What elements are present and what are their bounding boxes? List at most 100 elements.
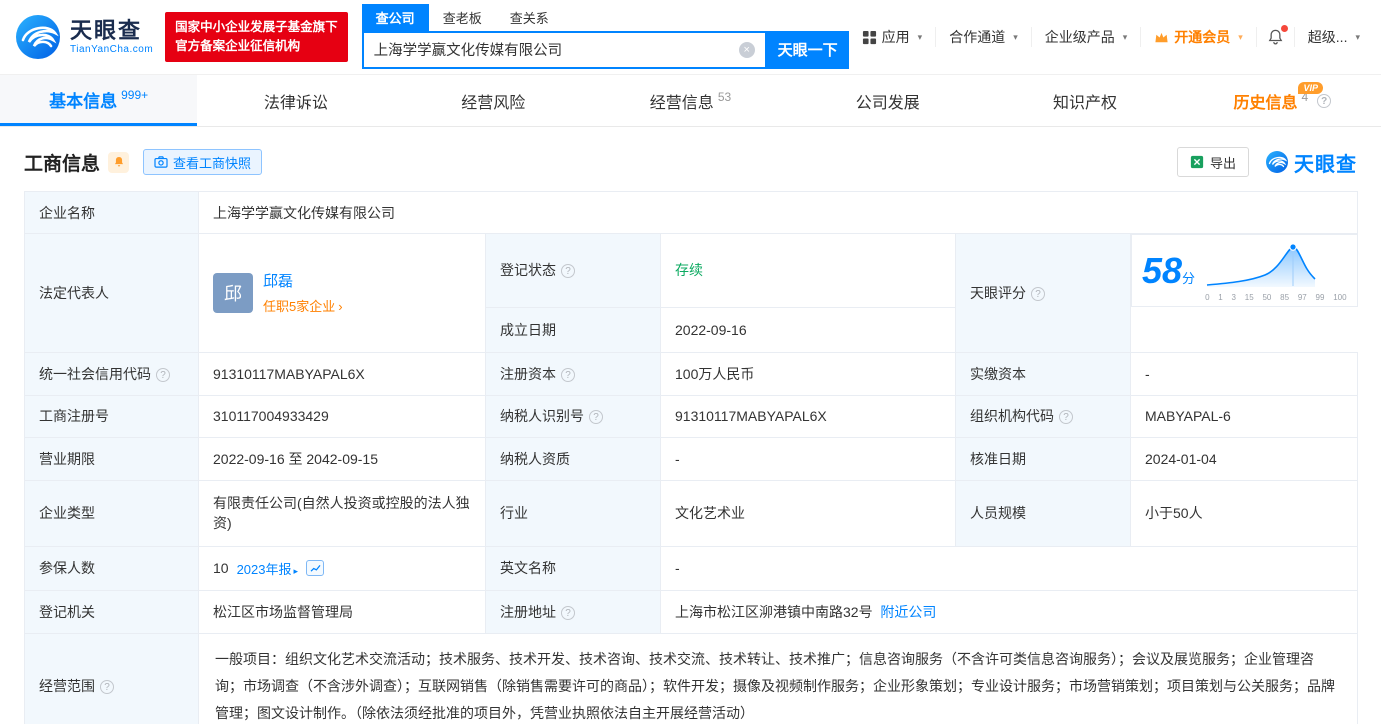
insured-label: 参保人数 xyxy=(39,560,95,576)
search-tab-boss[interactable]: 查老板 xyxy=(429,4,496,31)
tab-operation-count: 53 xyxy=(717,89,732,104)
notification-bell[interactable] xyxy=(1255,25,1294,47)
scope-help-icon[interactable] xyxy=(100,680,114,695)
address-help-icon[interactable] xyxy=(561,605,575,620)
paid-capital-value: - xyxy=(1145,365,1150,382)
tab-ip[interactable]: 知识产权 xyxy=(986,75,1183,126)
legal-rep-value-cell: 邱 邱磊 任职5家企业 xyxy=(198,233,486,353)
tab-development-label: 公司发展 xyxy=(855,94,920,112)
credit-code-value-cell: 91310117MABYAPAL6X xyxy=(198,351,486,396)
reg-capital-value-cell: 100万人民币 xyxy=(660,351,956,396)
legal-rep-avatar[interactable]: 邱 xyxy=(213,272,253,313)
authority-label-cell: 登记机关 xyxy=(24,589,199,634)
export-button[interactable]: 导出 xyxy=(1176,147,1249,177)
english-name-label-cell: 英文名称 xyxy=(485,545,661,591)
company-type-value: 有限责任公司(自然人投资或控股的法人独资) xyxy=(213,495,470,531)
taxpayer-no-label-cell: 纳税人识别号 xyxy=(485,394,661,438)
insured-trend-button[interactable] xyxy=(306,560,325,576)
establish-date-label-cell: 成立日期 xyxy=(485,306,661,353)
term-value: 2022-09-16 至 2042-09-15 xyxy=(213,450,379,467)
paid-capital-label: 实缴资本 xyxy=(970,365,1026,382)
tab-legal[interactable]: 法律诉讼 xyxy=(197,75,394,126)
nav-super-vip[interactable]: 超级... xyxy=(1293,27,1373,47)
company-type-label-cell: 企业类型 xyxy=(24,479,199,547)
tab-risk[interactable]: 经营风险 xyxy=(395,75,592,126)
address-value: 上海市松江区泖港镇中南路32号 xyxy=(675,603,873,620)
nav-open-vip[interactable]: 开通会员 xyxy=(1140,27,1256,47)
legal-rep-companies-link[interactable]: 任职5家企业 xyxy=(263,296,343,315)
search-tab-company[interactable]: 查公司 xyxy=(361,3,429,31)
nav-apps[interactable]: 应用 xyxy=(849,27,936,47)
business-info-table: 企业名称 上海学学赢文化传媒有限公司 法定代表人 邱 邱磊 任职5家企业 登记状… xyxy=(24,191,1359,724)
search-button[interactable]: 天眼一下 xyxy=(766,30,849,69)
address-label-cell: 注册地址 xyxy=(485,589,661,634)
subscribe-bell-button[interactable] xyxy=(108,151,130,173)
nav-open-vip-label: 开通会员 xyxy=(1174,29,1231,45)
taxpayer-no-value: 91310117MABYAPAL6X xyxy=(675,408,827,424)
tab-basic-info[interactable]: 基本信息 999+ xyxy=(0,75,198,126)
nav-super-vip-label: 超级... xyxy=(1307,29,1348,45)
brand-domain: TianYanCha.com xyxy=(70,43,154,55)
establish-date-value-cell: 2022-09-16 xyxy=(660,306,956,353)
tab-operation-label: 经营信息 xyxy=(649,94,714,112)
tab-history-help-icon[interactable] xyxy=(1317,93,1332,108)
taxpayer-quality-label-cell: 纳税人资质 xyxy=(485,436,661,481)
reg-capital-help-icon[interactable] xyxy=(561,367,575,382)
score-axis: 0 1 3 15 50 85 97 99 100 xyxy=(1205,293,1347,302)
org-code-value: MABYAPAL-6 xyxy=(1145,408,1231,424)
annual-report-link[interactable]: 2023年报 xyxy=(237,559,298,578)
row-insured: 参保人数 10 2023年报 英文名称 - xyxy=(24,545,1359,591)
row-authority: 登记机关 松江区市场监督管理局 注册地址 上海市松江区泖港镇中南路32号 附近公… xyxy=(24,589,1359,634)
taxpayer-quality-value: - xyxy=(675,450,680,467)
paid-capital-label-cell: 实缴资本 xyxy=(955,351,1131,396)
tab-basic-info-count: 999+ xyxy=(121,88,149,102)
snapshot-button-label: 查看工商快照 xyxy=(173,155,252,171)
row-company-type: 企业类型 有限责任公司(自然人投资或控股的法人独资) 行业 文化艺术业 人员规模… xyxy=(24,479,1359,547)
approval-date-label: 核准日期 xyxy=(970,450,1026,467)
term-label: 营业期限 xyxy=(39,450,95,467)
reg-capital-label: 注册资本 xyxy=(500,365,556,382)
address-label: 注册地址 xyxy=(500,603,556,620)
industry-value: 文化艺术业 xyxy=(675,505,745,521)
tab-operation[interactable]: 经营信息 53 xyxy=(592,75,789,126)
scope-label: 经营范围 xyxy=(39,678,95,695)
credit-code-help-icon[interactable] xyxy=(156,367,170,382)
establish-date-value: 2022-09-16 xyxy=(675,321,747,338)
search-tab-relation[interactable]: 查关系 xyxy=(496,4,563,31)
nearby-companies-link[interactable]: 附近公司 xyxy=(880,604,936,620)
nav-cooperation[interactable]: 合作通道 xyxy=(935,27,1031,47)
score-chart: 0 1 3 15 50 85 97 99 100 xyxy=(1205,239,1347,302)
score-curve-icon xyxy=(1206,243,1316,287)
clear-search-icon[interactable] xyxy=(738,41,755,58)
paid-capital-value-cell: - xyxy=(1129,351,1359,396)
address-value-cell: 上海市松江区泖港镇中南路32号 附近公司 xyxy=(659,589,1359,634)
insured-value-cell: 10 2023年报 xyxy=(198,545,486,591)
nav-apps-label: 应用 xyxy=(881,29,910,45)
taxpayer-no-value-cell: 91310117MABYAPAL6X xyxy=(660,394,956,438)
snapshot-button[interactable]: 查看工商快照 xyxy=(143,149,263,175)
credit-code-label: 统一社会信用代码 xyxy=(39,365,151,382)
scope-label-cell: 经营范围 xyxy=(24,632,199,724)
section-title: 工商信息 xyxy=(24,153,101,175)
score-help-icon[interactable] xyxy=(1031,286,1045,301)
notification-dot xyxy=(1280,25,1288,32)
tab-history[interactable]: 历史信息 4 VIP xyxy=(1184,75,1381,126)
search-input[interactable] xyxy=(363,41,739,58)
export-button-label: 导出 xyxy=(1209,155,1236,171)
legal-rep-name-link[interactable]: 邱磊 xyxy=(263,273,293,290)
apps-grid-icon xyxy=(862,30,876,44)
row-reg-no: 工商注册号 310117004933429 纳税人识别号 91310117MAB… xyxy=(24,394,1359,438)
taxpayer-no-help-icon[interactable] xyxy=(589,410,603,424)
tab-development[interactable]: 公司发展 xyxy=(789,75,986,126)
reg-status-help-icon[interactable] xyxy=(561,264,575,279)
authority-value-cell: 松江区市场监督管理局 xyxy=(198,589,486,634)
org-code-help-icon[interactable] xyxy=(1059,410,1073,424)
tianyancha-logo[interactable]: 天眼查 TianYanCha.com xyxy=(14,13,153,61)
scope-value-cell: 一般项目：组织文化艺术交流活动；技术服务、技术开发、技术咨询、技术交流、技术转让… xyxy=(197,632,1359,724)
taxpayer-no-label: 纳税人识别号 xyxy=(500,408,584,424)
scope-value: 一般项目：组织文化艺术交流活动；技术服务、技术开发、技术咨询、技术交流、技术转让… xyxy=(215,650,1335,722)
vip-tag: VIP xyxy=(1298,82,1323,94)
nav-enterprise[interactable]: 企业级产品 xyxy=(1030,27,1141,47)
company-name-label: 企业名称 xyxy=(39,204,95,221)
watermark-text: 天眼查 xyxy=(1294,153,1357,176)
